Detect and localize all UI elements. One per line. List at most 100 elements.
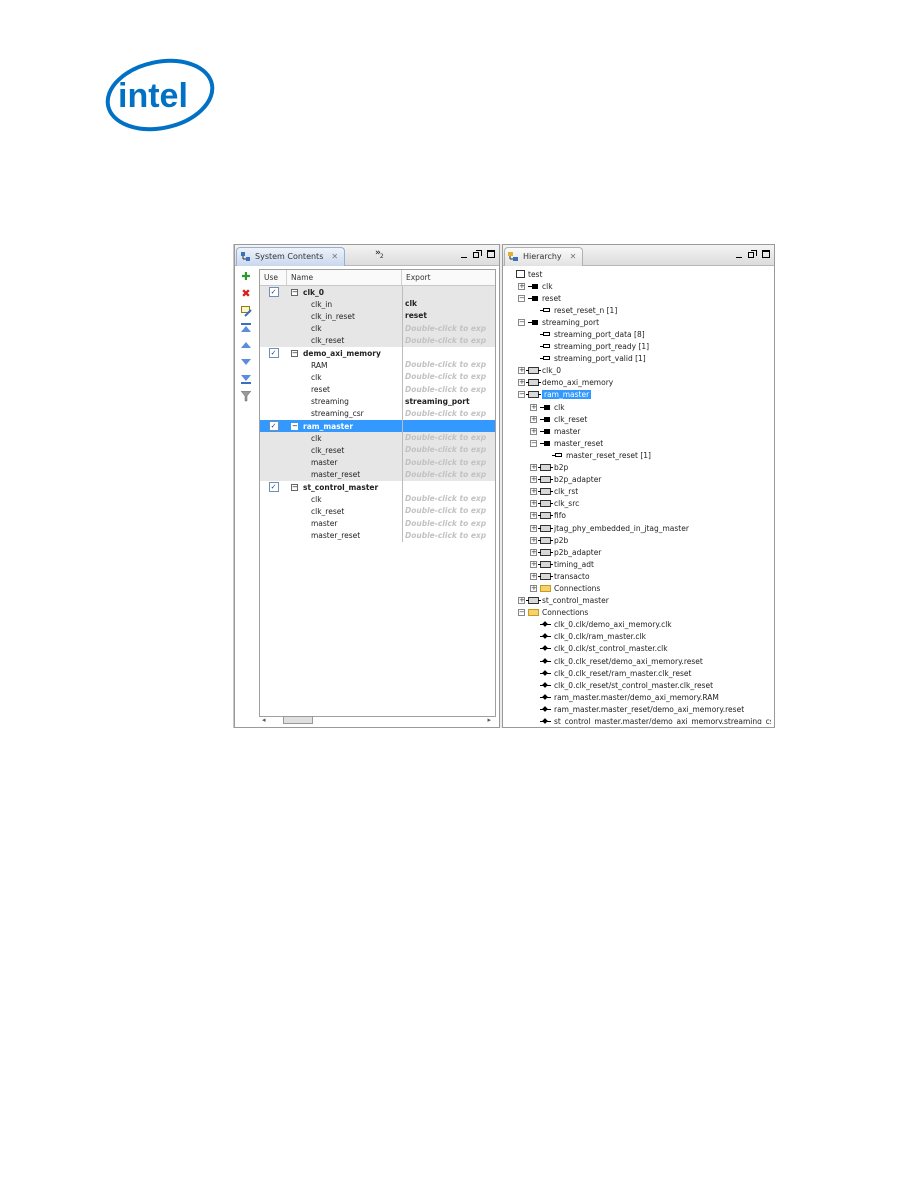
tree-item[interactable]: + p2b_adapter [506, 546, 771, 558]
interface-row[interactable]: streaming streaming_port [260, 395, 495, 408]
expand-icon[interactable]: + [530, 476, 537, 484]
export-cell[interactable]: Double-click to exp [402, 432, 495, 445]
restore-icon[interactable] [748, 250, 757, 259]
tree-item[interactable]: clk_0.clk_reset/st_control_master.clk_re… [506, 679, 771, 691]
expand-icon[interactable]: + [530, 403, 537, 411]
export-cell[interactable] [402, 286, 495, 299]
view-overflow-button[interactable]: »2 [375, 248, 384, 260]
tree-item[interactable]: + clk [506, 401, 771, 413]
export-cell[interactable]: clk [402, 298, 495, 311]
interface-row[interactable]: clk_reset Double-click to exp [260, 444, 495, 457]
expand-icon[interactable]: + [530, 427, 537, 435]
interface-row[interactable]: clk Double-click to exp [260, 371, 495, 384]
tree-item[interactable]: streaming_port_data [8] [506, 328, 771, 340]
expand-icon[interactable]: + [530, 415, 537, 423]
scroll-left-icon[interactable]: ◂ [262, 716, 266, 724]
tree-item[interactable]: streaming_port_valid [1] [506, 353, 771, 365]
module-row[interactable]: ✓ − st_control_master [260, 481, 495, 494]
tree-item[interactable]: + b2p [506, 462, 771, 474]
interface-row[interactable]: clk Double-click to exp [260, 322, 495, 335]
tree-item[interactable]: + p2b [506, 534, 771, 546]
move-up-icon[interactable] [240, 339, 252, 351]
export-cell[interactable]: Double-click to exp [402, 493, 495, 506]
remove-icon[interactable]: ✖ [240, 288, 252, 300]
tree-item[interactable]: − Connections [506, 607, 771, 619]
export-cell[interactable] [402, 420, 495, 433]
collapse-icon[interactable]: − [291, 484, 298, 492]
move-bottom-icon[interactable] [240, 373, 252, 385]
tree-item[interactable]: clk_0.clk_reset/demo_axi_memory.reset [506, 655, 771, 667]
tree-item[interactable]: − streaming_port [506, 316, 771, 328]
tree-item[interactable]: + clk_src [506, 498, 771, 510]
export-cell[interactable]: Double-click to exp [402, 359, 495, 372]
tree-item[interactable]: reset_reset_n [1] [506, 304, 771, 316]
expand-icon[interactable]: + [530, 536, 537, 544]
tree-item[interactable]: clk_0.clk/ram_master.clk [506, 631, 771, 643]
collapse-icon[interactable]: − [291, 350, 298, 358]
use-checkbox[interactable]: ✓ [268, 421, 279, 432]
tree-item[interactable]: + st_control_master [506, 595, 771, 607]
export-cell[interactable]: Double-click to exp [402, 371, 495, 384]
export-cell[interactable] [402, 346, 495, 360]
tree-item[interactable]: − master_reset [506, 437, 771, 449]
tree-item[interactable]: + fifo [506, 510, 771, 522]
interface-row[interactable]: master Double-click to exp [260, 456, 495, 469]
minimize-icon[interactable] [734, 250, 743, 259]
tree-item[interactable]: − ram_master [506, 389, 771, 401]
interface-row[interactable]: clk_in_reset reset [260, 310, 495, 323]
export-cell[interactable]: Double-click to exp [402, 505, 495, 518]
tree-item[interactable]: master_reset_reset [1] [506, 449, 771, 461]
collapse-icon[interactable]: − [518, 294, 525, 302]
collapse-icon[interactable]: − [291, 423, 298, 431]
export-cell[interactable]: reset [402, 310, 495, 323]
export-cell[interactable]: Double-click to exp [402, 383, 495, 396]
export-cell[interactable]: Double-click to exp [402, 468, 495, 481]
move-top-icon[interactable] [240, 322, 252, 334]
export-cell[interactable]: Double-click to exp [402, 407, 495, 421]
interface-row[interactable]: clk_in clk [260, 298, 495, 311]
collapse-icon[interactable]: − [291, 289, 298, 297]
expand-icon[interactable]: + [518, 597, 525, 605]
module-row[interactable]: ✓ − demo_axi_memory [260, 346, 495, 360]
tree-item[interactable]: + Connections [506, 582, 771, 594]
interface-row[interactable]: clk Double-click to exp [260, 493, 495, 506]
use-checkbox[interactable]: ✓ [268, 482, 279, 493]
tree-item[interactable]: + timing_adt [506, 558, 771, 570]
close-icon[interactable]: ✕ [570, 252, 577, 261]
tree-item[interactable]: clk_0.clk/st_control_master.clk [506, 643, 771, 655]
tree-item[interactable]: + b2p_adapter [506, 474, 771, 486]
use-checkbox[interactable]: ✓ [268, 287, 279, 298]
expand-icon[interactable]: + [530, 488, 537, 496]
expand-icon[interactable]: + [530, 464, 537, 472]
tree-item[interactable]: + demo_axi_memory [506, 377, 771, 389]
tree-item[interactable]: + clk_0 [506, 365, 771, 377]
column-header-name[interactable]: Name [287, 270, 402, 285]
export-cell[interactable] [402, 481, 495, 494]
tree-item[interactable]: + jtag_phy_embedded_in_jtag_master [506, 522, 771, 534]
tree-item[interactable]: st_control_master.master/demo_axi_memory… [506, 715, 771, 724]
interface-row[interactable]: RAM Double-click to exp [260, 359, 495, 372]
export-cell[interactable]: Double-click to exp [402, 334, 495, 347]
horizontal-scrollbar[interactable]: ◂ ▸ [259, 714, 494, 726]
tab-hierarchy[interactable]: Hierarchy ✕ [504, 246, 584, 266]
interface-row[interactable]: clk_reset Double-click to exp [260, 505, 495, 518]
export-cell[interactable]: Double-click to exp [402, 444, 495, 457]
column-header-use[interactable]: Use [260, 270, 287, 285]
restore-icon[interactable] [473, 250, 482, 259]
scrollbar-thumb[interactable] [283, 716, 313, 724]
move-down-icon[interactable] [240, 356, 252, 368]
interface-row[interactable]: streaming_csr Double-click to exp [260, 407, 495, 421]
tree-item[interactable]: + master [506, 425, 771, 437]
tree-item[interactable]: ram_master.master/demo_axi_memory.RAM [506, 691, 771, 703]
tree-item[interactable]: clk_0.clk/demo_axi_memory.clk [506, 619, 771, 631]
interface-row[interactable]: master_reset Double-click to exp [260, 529, 495, 542]
close-icon[interactable]: ✕ [331, 252, 338, 261]
interface-row[interactable]: master_reset Double-click to exp [260, 468, 495, 481]
export-cell[interactable]: streaming_port [402, 395, 495, 408]
add-icon[interactable]: ✚ [240, 271, 252, 283]
expand-icon[interactable]: + [518, 379, 525, 387]
interface-row[interactable]: clk Double-click to exp [260, 432, 495, 445]
expand-icon[interactable]: + [530, 584, 537, 592]
tree-item[interactable]: + clk [506, 280, 771, 292]
expand-icon[interactable]: + [530, 572, 537, 580]
